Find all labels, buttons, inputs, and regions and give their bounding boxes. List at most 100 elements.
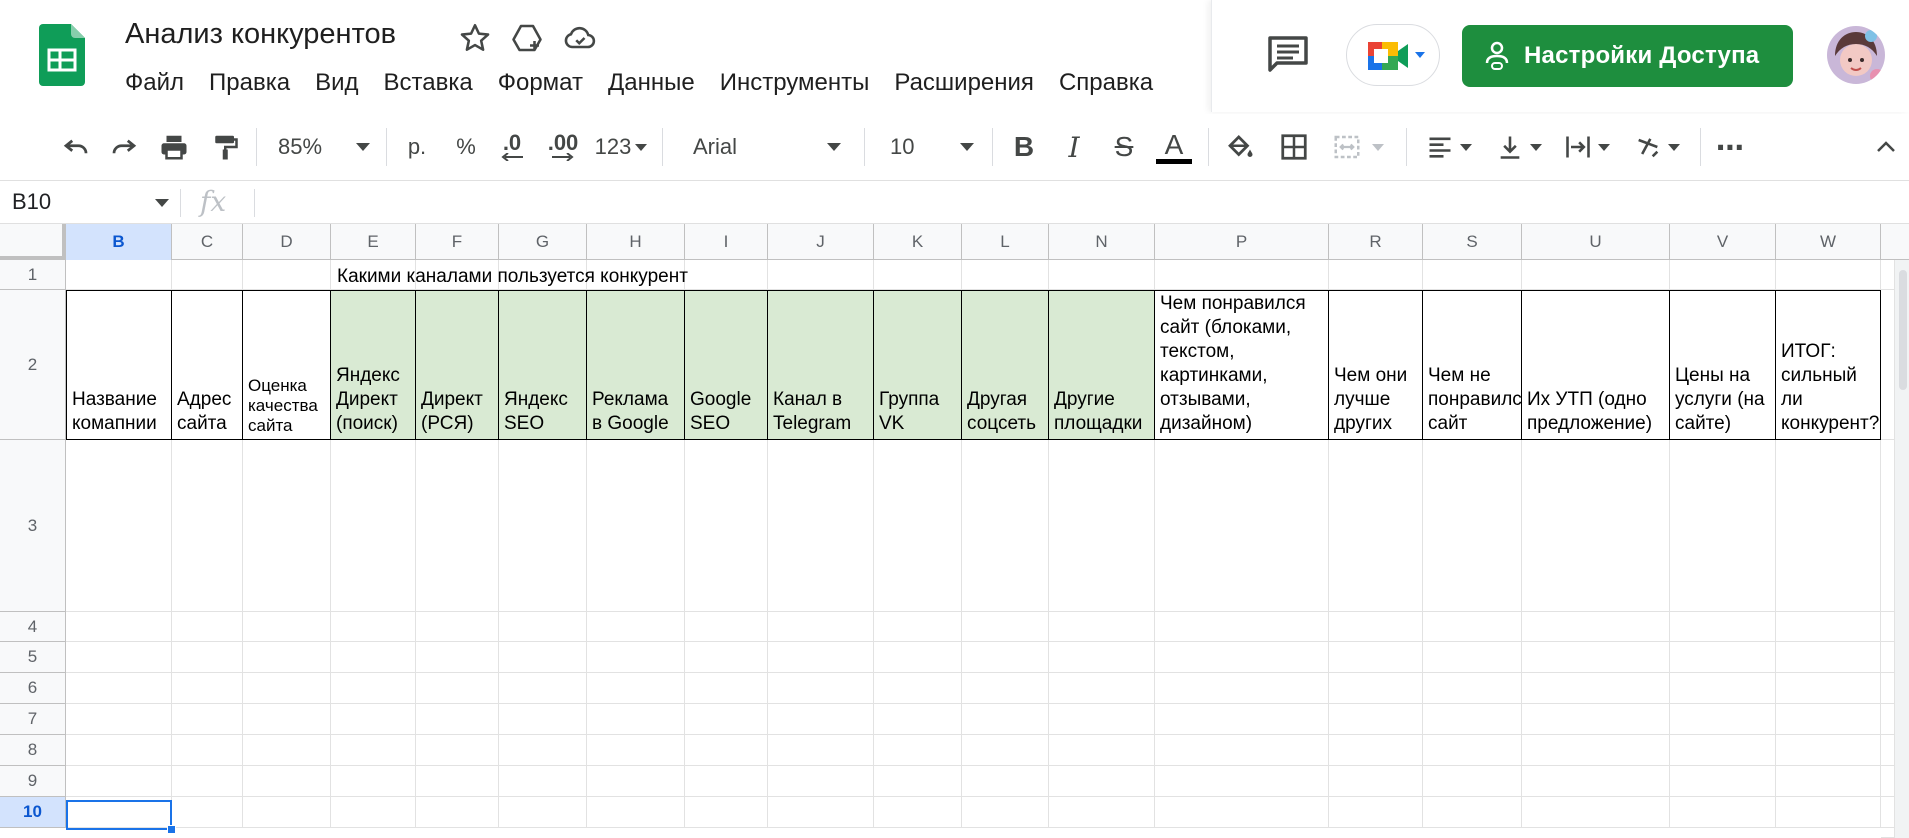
header-cell-c[interactable]: Адрес сайта (172, 290, 243, 440)
cell-l1[interactable] (962, 260, 1049, 290)
cell-l7[interactable] (962, 704, 1049, 735)
cell-u7[interactable] (1522, 704, 1670, 735)
vertical-align-icon[interactable] (1490, 114, 1548, 180)
column-header-i[interactable]: I (685, 224, 768, 260)
header-cell-i[interactable]: Google SEO (685, 290, 768, 440)
cell-g8[interactable] (499, 735, 587, 766)
cell-u4[interactable] (1522, 612, 1670, 642)
cell-filler[interactable] (1881, 440, 1895, 612)
cell-j1[interactable] (768, 260, 874, 290)
select-all-corner[interactable] (0, 224, 66, 260)
cell-f4[interactable] (416, 612, 499, 642)
column-header-h[interactable]: H (587, 224, 685, 260)
menu-data[interactable]: Данные (608, 69, 695, 97)
cell-i6[interactable] (685, 673, 768, 704)
menu-edit[interactable]: Правка (209, 69, 290, 97)
cell-s9[interactable] (1423, 766, 1522, 797)
cell-k6[interactable] (874, 673, 962, 704)
cell-s4[interactable] (1423, 612, 1522, 642)
cell-r4[interactable] (1329, 612, 1423, 642)
header-cell-d[interactable]: Оценка качества сайта (243, 290, 331, 440)
cell-n3[interactable] (1049, 440, 1155, 612)
cell-n9[interactable] (1049, 766, 1155, 797)
percent-format-button[interactable]: % (448, 114, 484, 180)
cell-filler[interactable] (1881, 642, 1895, 673)
cell-l5[interactable] (962, 642, 1049, 673)
row-header-2[interactable]: 2 (0, 290, 66, 440)
cell-v5[interactable] (1670, 642, 1776, 673)
cell-d8[interactable] (243, 735, 331, 766)
cell-w9[interactable] (1776, 766, 1881, 797)
header-cell-n[interactable]: Другие площадки (1049, 290, 1155, 440)
cell-l8[interactable] (962, 735, 1049, 766)
cell-p9[interactable] (1155, 766, 1329, 797)
cell-filler[interactable] (1881, 704, 1895, 735)
header-cell-l[interactable]: Другая соцсеть (962, 290, 1049, 440)
cell-j6[interactable] (768, 673, 874, 704)
cell-filler[interactable] (1881, 735, 1895, 766)
cell-h8[interactable] (587, 735, 685, 766)
row-header-3[interactable]: 3 (0, 440, 66, 612)
header-cell-v[interactable]: Цены на услуги (на сайте) (1670, 290, 1776, 440)
cell-p5[interactable] (1155, 642, 1329, 673)
comment-history-icon[interactable] (1265, 34, 1311, 74)
column-header-n[interactable]: N (1049, 224, 1155, 260)
cell-k10[interactable] (874, 797, 962, 828)
header-cell-p[interactable]: Чем понравился сайт (блоками, текстом, к… (1155, 290, 1329, 440)
cell-w8[interactable] (1776, 735, 1881, 766)
column-header-l[interactable]: L (962, 224, 1049, 260)
cell-n6[interactable] (1049, 673, 1155, 704)
cell-u5[interactable] (1522, 642, 1670, 673)
cell-v7[interactable] (1670, 704, 1776, 735)
cell-f10[interactable] (416, 797, 499, 828)
horizontal-align-icon[interactable] (1420, 114, 1478, 180)
cell-d4[interactable] (243, 612, 331, 642)
paint-format-icon[interactable] (206, 114, 242, 180)
cell-filler[interactable] (1881, 290, 1895, 440)
cell-r6[interactable] (1329, 673, 1423, 704)
collapse-menus-icon[interactable] (1868, 114, 1904, 180)
cell-e3[interactable] (331, 440, 416, 612)
more-formats-button[interactable]: 123 (592, 114, 650, 180)
cell-v6[interactable] (1670, 673, 1776, 704)
cell-h4[interactable] (587, 612, 685, 642)
account-avatar[interactable] (1827, 26, 1885, 84)
cloud-saved-icon[interactable] (562, 20, 598, 56)
merge-cells-icon[interactable] (1326, 114, 1390, 180)
text-wrapping-icon[interactable] (1558, 114, 1616, 180)
decrease-decimal-button[interactable]: .0 (494, 114, 530, 180)
header-cell-k[interactable]: Группа VK (874, 290, 962, 440)
cell-n1[interactable] (1049, 260, 1155, 290)
cell-f8[interactable] (416, 735, 499, 766)
cell-p6[interactable] (1155, 673, 1329, 704)
cell-d1[interactable] (243, 260, 331, 290)
move-to-drive-icon[interactable] (509, 20, 545, 56)
menu-insert[interactable]: Вставка (384, 69, 473, 97)
cell-b7[interactable] (66, 704, 172, 735)
cell-s8[interactable] (1423, 735, 1522, 766)
fill-color-icon[interactable] (1222, 114, 1258, 180)
cell-filler[interactable] (1881, 612, 1895, 642)
cell-j9[interactable] (768, 766, 874, 797)
document-title[interactable]: Анализ конкурентов (125, 18, 396, 51)
cell-c7[interactable] (172, 704, 243, 735)
cell-b4[interactable] (66, 612, 172, 642)
cell-h3[interactable] (587, 440, 685, 612)
cell-l10[interactable] (962, 797, 1049, 828)
cell-n10[interactable] (1049, 797, 1155, 828)
cell-v3[interactable] (1670, 440, 1776, 612)
cell-w10[interactable] (1776, 797, 1881, 828)
cell-filler[interactable] (1881, 673, 1895, 704)
cell-w5[interactable] (1776, 642, 1881, 673)
italic-button[interactable]: I (1056, 114, 1092, 180)
cell-r3[interactable] (1329, 440, 1423, 612)
column-header-c[interactable]: C (172, 224, 243, 260)
cell-f9[interactable] (416, 766, 499, 797)
cell-e10[interactable] (331, 797, 416, 828)
row-header-7[interactable]: 7 (0, 704, 66, 735)
cell-h7[interactable] (587, 704, 685, 735)
cell-b6[interactable] (66, 673, 172, 704)
cell-filler[interactable] (1881, 766, 1895, 797)
column-header-s[interactable]: S (1423, 224, 1522, 260)
cell-l3[interactable] (962, 440, 1049, 612)
